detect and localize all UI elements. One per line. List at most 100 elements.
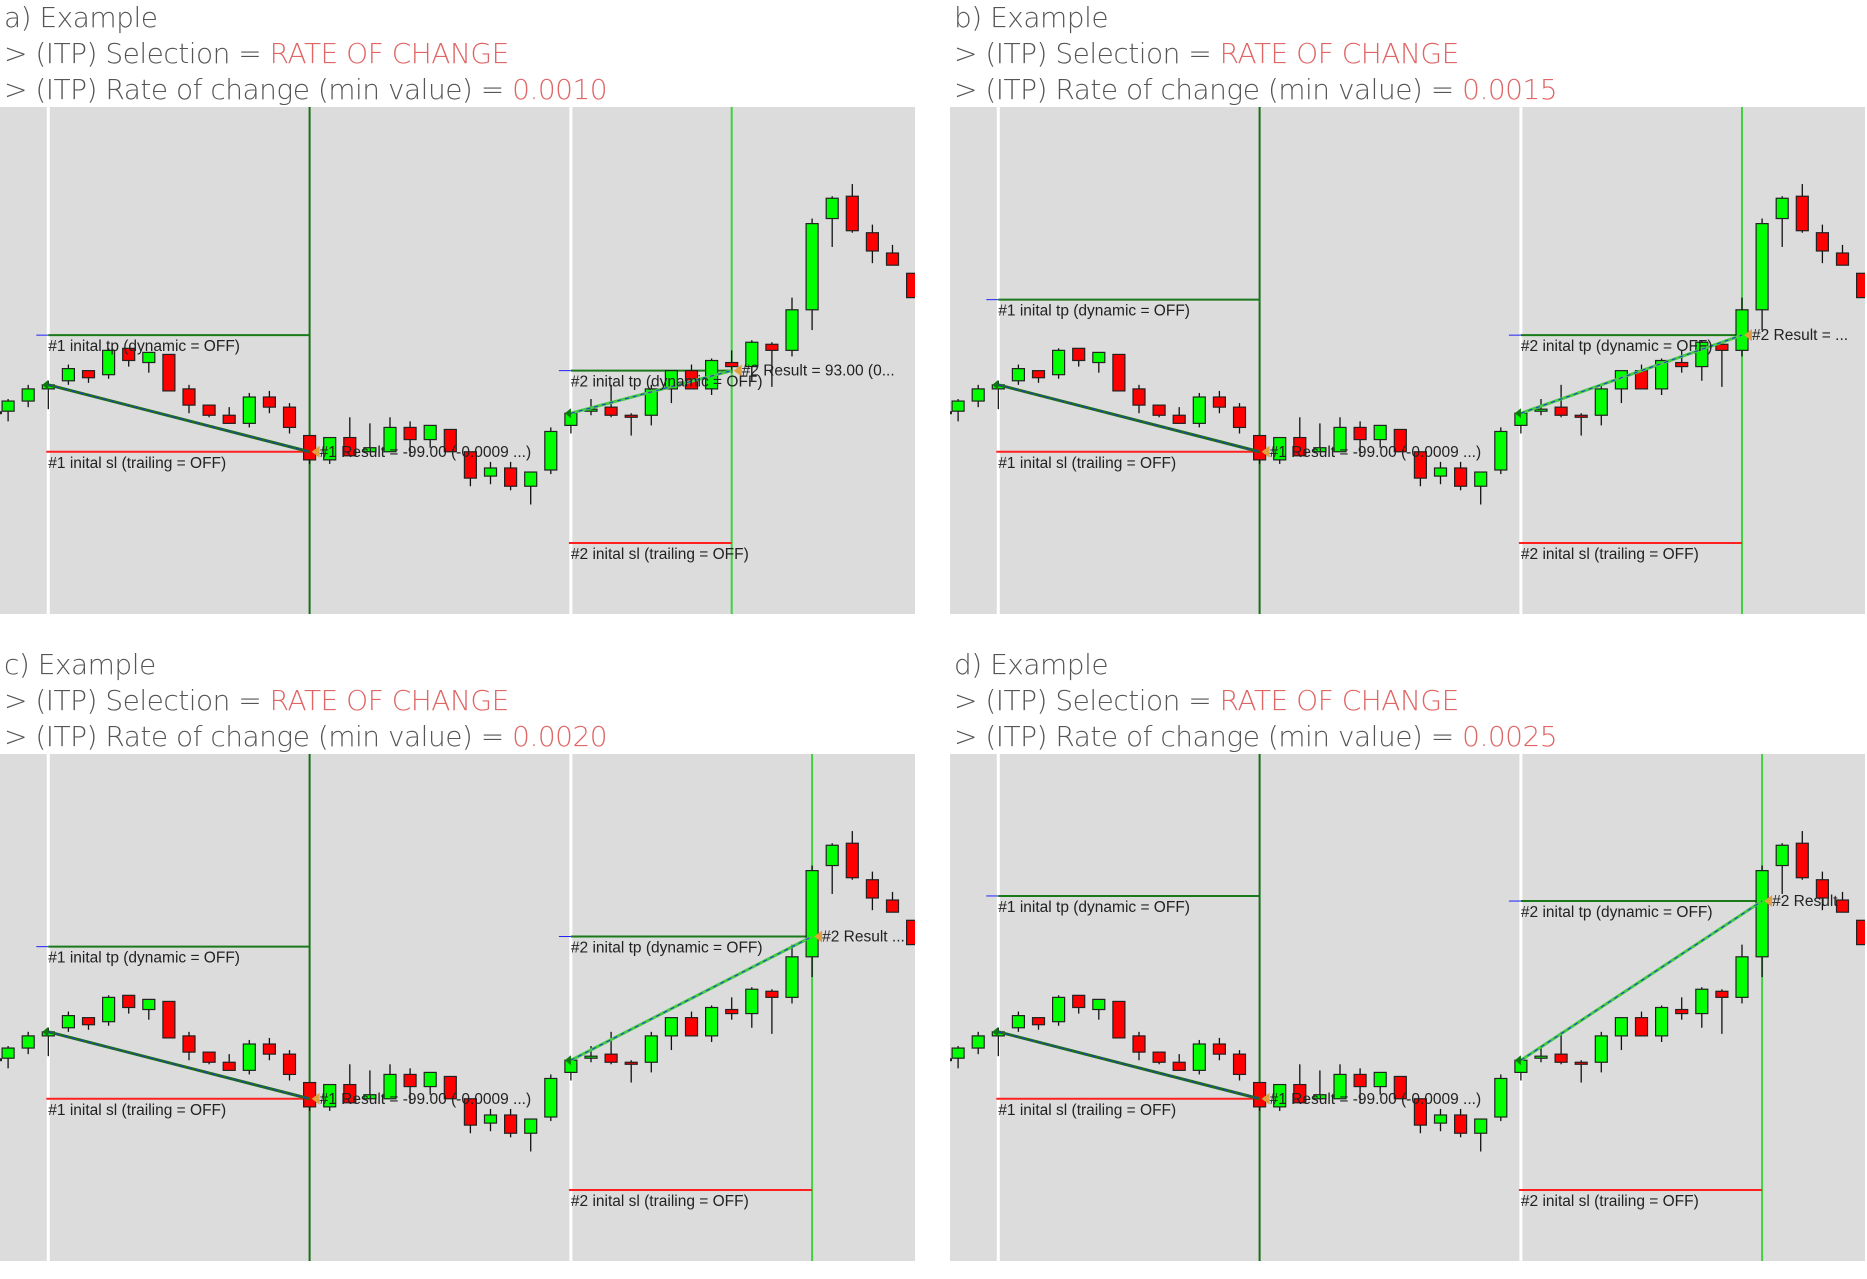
selection-label: > (ITP) Selection =: [954, 684, 1220, 717]
candle: [1775, 843, 1789, 894]
candle-body-down: [845, 842, 859, 879]
candle: [222, 1054, 236, 1071]
candle-body-up: [1755, 870, 1769, 958]
candle-body-down: [162, 1000, 176, 1039]
candle: [1614, 1017, 1629, 1051]
candle-body-up: [423, 1071, 437, 1088]
candle: [1031, 1017, 1046, 1030]
candle: [1072, 994, 1086, 1014]
candle-body-down: [1212, 396, 1226, 408]
candle-body-up: [1373, 1071, 1387, 1088]
candle: [1232, 403, 1247, 434]
candle-body-up: [745, 988, 759, 1015]
candle: [865, 871, 880, 911]
candle: [483, 461, 498, 485]
roc-value: 0.0025: [1462, 720, 1558, 753]
roc-label: > (ITP) Rate of change (min value) =: [4, 73, 513, 106]
candle-body-down: [1835, 899, 1850, 913]
trade-1-tp-label: #1 inital tp (dynamic = OFF): [48, 338, 240, 355]
candle: [1172, 407, 1186, 424]
selection-value: RATE OF CHANGE: [1219, 684, 1460, 717]
candle: [142, 351, 156, 373]
candle-body-down: [1454, 1114, 1468, 1134]
candle: [504, 461, 518, 491]
candle: [845, 184, 859, 233]
candle: [1815, 224, 1830, 264]
candle: [1112, 353, 1126, 392]
candle: [885, 891, 900, 913]
candle-body-down: [1031, 370, 1046, 379]
candle-body-down: [604, 406, 618, 416]
candle-body-down: [905, 272, 915, 299]
candlestick-svg: #1 inital tp (dynamic = OFF) #1 inital sl…: [950, 754, 1865, 1261]
candle-body-down: [1232, 406, 1247, 429]
candle: [1454, 1108, 1468, 1138]
candle: [765, 989, 779, 1034]
candle-body-up: [1695, 988, 1709, 1015]
candle-body-down: [1132, 1035, 1146, 1053]
candle-body-up: [1092, 351, 1106, 364]
candle: [1755, 865, 1769, 978]
candle-body-down: [222, 1061, 236, 1071]
candle: [1574, 1060, 1588, 1083]
candle-body-down: [1795, 195, 1809, 232]
candle-body-down: [1253, 1081, 1267, 1108]
candle-body-up: [524, 471, 538, 487]
candle-body-up: [1474, 471, 1488, 487]
candle-body-up: [242, 396, 256, 424]
candle: [1855, 272, 1865, 299]
candle-body-down: [162, 353, 176, 392]
candle-body-down: [403, 1073, 417, 1088]
candle: [1835, 891, 1850, 913]
candle-body-up: [1494, 430, 1508, 471]
trade-2-tp-label: #2 inital tp (dynamic = OFF): [571, 374, 763, 391]
candle-body-down: [1172, 414, 1186, 424]
candle: [1574, 413, 1588, 436]
candle: [81, 1017, 96, 1030]
candle-body-up: [1594, 388, 1608, 416]
candle: [1, 1046, 15, 1069]
candle-body-down: [303, 1081, 317, 1108]
candle: [1755, 218, 1769, 331]
candle: [725, 997, 739, 1020]
chart-b: #1 inital tp (dynamic = OFF) #1 inital sl…: [950, 107, 1865, 614]
candle: [1715, 989, 1729, 1034]
trade-2-tp-label: #2 inital tp (dynamic = OFF): [1521, 338, 1713, 355]
candle: [1011, 364, 1026, 385]
candle-body-up: [644, 1035, 658, 1063]
candle: [1011, 1011, 1026, 1032]
candle-body-down: [1253, 434, 1267, 461]
candle-body-down: [1112, 353, 1126, 392]
candle: [162, 353, 176, 392]
candle: [242, 392, 256, 428]
candle: [1031, 370, 1046, 383]
candle-body-down: [504, 467, 518, 487]
trade-1-result-label: #1 Result = -99.00 (-0.0009 ...): [320, 1091, 532, 1108]
candle-body-down: [1031, 1017, 1046, 1026]
trade-2-tp-label: #2 inital tp (dynamic = OFF): [1521, 904, 1713, 921]
candle-body-up: [951, 400, 965, 412]
candle: [1494, 427, 1508, 475]
candle-body-down: [1353, 426, 1367, 441]
candle-body-down: [81, 370, 96, 379]
candle: [1835, 244, 1850, 266]
candle-body-up: [61, 368, 76, 382]
candle: [182, 384, 196, 414]
candle-body-down: [765, 343, 779, 351]
candle-body-down: [202, 404, 216, 416]
candle: [1132, 1031, 1146, 1061]
roc-label: > (ITP) Rate of change (min value) =: [4, 720, 513, 753]
candle-body-down: [1554, 406, 1568, 416]
candle: [81, 370, 96, 383]
candle-body-down: [1675, 1008, 1689, 1015]
candle: [1634, 1011, 1649, 1037]
trade-2-result-label: #2 Result = ...: [1752, 327, 1848, 344]
candle: [1051, 348, 1066, 379]
candle-body-down: [1855, 919, 1865, 946]
candle-body-down: [1855, 272, 1865, 299]
panel-title: d) Example: [954, 648, 1109, 681]
candle-body-down: [262, 1043, 276, 1055]
candle: [624, 413, 638, 436]
left-edge-marker: [0, 1058, 2, 1062]
panel-title: a) Example: [4, 1, 158, 34]
